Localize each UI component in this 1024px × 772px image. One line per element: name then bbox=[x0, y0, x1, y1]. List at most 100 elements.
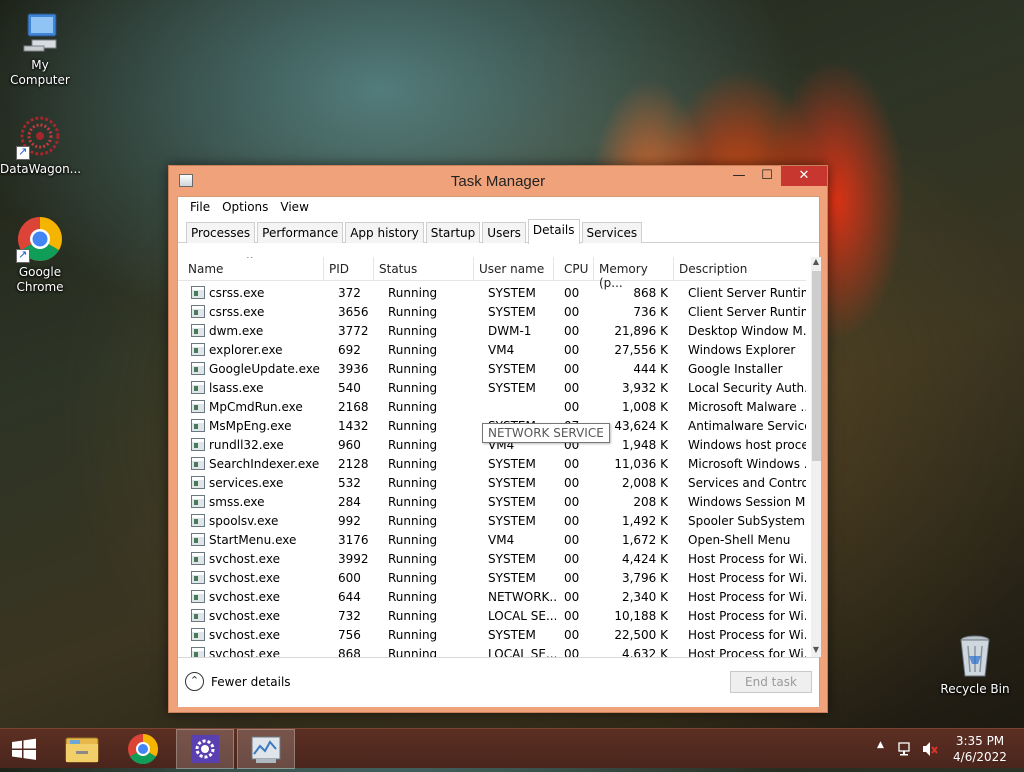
desktop-icon-label: DataWagon... bbox=[0, 162, 82, 176]
table-row[interactable]: StartMenu.exe 3176 Running VM4 00 1,672 K Open… bbox=[178, 531, 806, 550]
table-row[interactable]: svchost.exe 868 Running LOCAL SE... 00 4,632 … bbox=[178, 645, 806, 657]
table-row[interactable]: smss.exe 284 Running SYSTEM 00 208 K Windows S… bbox=[178, 493, 806, 512]
process-icon bbox=[191, 343, 205, 356]
process-icon bbox=[191, 609, 205, 622]
cell-memory: 1,008 K bbox=[621, 400, 668, 414]
cell-status: Running bbox=[388, 286, 438, 300]
cell-pid: 960 bbox=[338, 438, 361, 452]
cell-status: Running bbox=[388, 457, 438, 471]
cell-cpu: 00 bbox=[564, 476, 580, 490]
table-row[interactable]: spoolsv.exe 992 Running SYSTEM 00 1,492 K Spoo… bbox=[178, 512, 806, 531]
column-header-name[interactable]: Name ^ bbox=[178, 257, 324, 281]
system-tray: ▲ bbox=[870, 729, 945, 769]
file-explorer-icon bbox=[65, 737, 99, 763]
start-button[interactable] bbox=[0, 729, 58, 769]
column-header-user-name[interactable]: User name bbox=[474, 257, 554, 281]
table-row[interactable]: services.exe 532 Running SYSTEM 00 2,008 K Ser… bbox=[178, 474, 806, 493]
process-icon bbox=[191, 495, 205, 508]
cell-name: StartMenu.exe bbox=[209, 533, 297, 547]
title-bar[interactable]: Task Manager — ☐ ✕ bbox=[169, 166, 827, 196]
datawagon-icon bbox=[16, 112, 64, 160]
show-hidden-icons-icon[interactable]: ▲ bbox=[877, 740, 884, 750]
cell-name: csrss.exe bbox=[209, 286, 265, 300]
column-header-cpu[interactable]: CPU bbox=[554, 257, 594, 281]
table-row[interactable]: GoogleUpdate.exe 3936 Running SYSTEM 00 444 K… bbox=[178, 360, 806, 379]
taskbar-settings[interactable] bbox=[176, 729, 234, 769]
taskbar-file-explorer[interactable] bbox=[54, 729, 112, 769]
table-row[interactable]: csrss.exe 3656 Running SYSTEM 00 736 K Client … bbox=[178, 303, 806, 322]
table-row[interactable]: MpCmdRun.exe 2168 Running 00 1,008 K Microsof… bbox=[178, 398, 806, 417]
footer: ⌃ Fewer details End task bbox=[178, 657, 819, 707]
cell-status: Running bbox=[388, 609, 438, 623]
cell-pid: 600 bbox=[338, 571, 361, 585]
sort-ascending-icon: ^ bbox=[246, 257, 254, 265]
cell-memory: 1,672 K bbox=[621, 533, 668, 547]
close-button[interactable]: ✕ bbox=[781, 166, 827, 186]
desktop-icon-datawagon[interactable]: DataWagon... bbox=[0, 112, 82, 177]
taskbar-clock[interactable]: 3:35 PM 4/6/2022 bbox=[948, 733, 1012, 765]
scroll-up-icon[interactable]: ▲ bbox=[811, 257, 821, 269]
cell-pid: 284 bbox=[338, 495, 361, 509]
menu-file[interactable]: File bbox=[184, 197, 216, 214]
desktop-icon-my-computer[interactable]: My Computer bbox=[0, 8, 80, 88]
scroll-down-icon[interactable]: ▼ bbox=[811, 645, 821, 657]
tab-users[interactable]: Users bbox=[482, 222, 526, 243]
cell-name: svchost.exe bbox=[209, 590, 280, 604]
table-row[interactable]: svchost.exe 732 Running LOCAL SE... 00 10,188… bbox=[178, 607, 806, 626]
volume-muted-icon[interactable] bbox=[922, 741, 940, 757]
process-icon bbox=[191, 381, 205, 394]
tab-services[interactable]: Services bbox=[581, 222, 643, 243]
cell-status: Running bbox=[388, 362, 438, 376]
tab-performance[interactable]: Performance bbox=[257, 222, 344, 243]
taskbar-task-manager[interactable] bbox=[237, 729, 295, 769]
table-row[interactable]: svchost.exe 644 Running NETWORK... 00 2,340 K… bbox=[178, 588, 806, 607]
column-header-pid[interactable]: PID bbox=[324, 257, 374, 281]
table-row[interactable]: dwm.exe 3772 Running DWM-1 00 21,896 K Desktop… bbox=[178, 322, 806, 341]
chrome-icon bbox=[16, 215, 64, 263]
cell-pid: 992 bbox=[338, 514, 361, 528]
process-icon bbox=[191, 457, 205, 470]
minimize-button[interactable]: — bbox=[725, 166, 753, 186]
cell-user: SYSTEM bbox=[488, 571, 536, 585]
cell-user: SYSTEM bbox=[488, 381, 536, 395]
network-icon[interactable] bbox=[898, 741, 914, 757]
tab-processes[interactable]: Processes bbox=[186, 222, 256, 243]
desktop-icon-google-chrome[interactable]: Google Chrome bbox=[0, 215, 80, 295]
taskbar-chrome[interactable] bbox=[114, 729, 172, 769]
menu-options[interactable]: Options bbox=[216, 197, 274, 214]
cell-user: SYSTEM bbox=[488, 457, 536, 471]
table-row[interactable]: lsass.exe 540 Running SYSTEM 00 3,932 K Local … bbox=[178, 379, 806, 398]
desktop-icon-recycle-bin[interactable]: Recycle Bin bbox=[935, 632, 1015, 697]
column-header-description[interactable]: Description bbox=[674, 257, 806, 281]
cell-name: svchost.exe bbox=[209, 552, 280, 566]
table-row[interactable]: explorer.exe 692 Running VM4 00 27,556 K Windo… bbox=[178, 341, 806, 360]
column-header-status[interactable]: Status bbox=[374, 257, 474, 281]
chevron-up-icon[interactable]: ⌃ bbox=[185, 672, 204, 691]
maximize-button[interactable]: ☐ bbox=[753, 166, 781, 186]
menu-view[interactable]: View bbox=[274, 197, 314, 214]
table-row[interactable]: svchost.exe 600 Running SYSTEM 00 3,796 K Host… bbox=[178, 569, 806, 588]
cell-memory: 27,556 K bbox=[614, 343, 668, 357]
cell-description: Host Process for Wi... bbox=[688, 552, 806, 566]
cell-description: Windows host proce... bbox=[688, 438, 806, 452]
process-icon bbox=[191, 628, 205, 641]
table-row[interactable]: SearchIndexer.exe 2128 Running SYSTEM 00 11,0… bbox=[178, 455, 806, 474]
table-row[interactable]: svchost.exe 3992 Running SYSTEM 00 4,424 K Hos… bbox=[178, 550, 806, 569]
tab-app-history[interactable]: App history bbox=[345, 222, 424, 243]
vertical-scrollbar[interactable]: ▲ ▼ bbox=[811, 257, 821, 657]
cell-pid: 756 bbox=[338, 628, 361, 642]
column-header-memory[interactable]: Memory (p... bbox=[594, 257, 674, 290]
cell-user: SYSTEM bbox=[488, 286, 536, 300]
chrome-icon bbox=[128, 734, 159, 765]
process-icon bbox=[191, 419, 205, 432]
tab-details[interactable]: Details bbox=[527, 219, 580, 244]
table-row[interactable]: svchost.exe 756 Running SYSTEM 00 22,500 K Hos… bbox=[178, 626, 806, 645]
fewer-details-link[interactable]: Fewer details bbox=[211, 675, 291, 689]
cell-user: VM4 bbox=[488, 343, 515, 357]
cell-pid: 3176 bbox=[338, 533, 369, 547]
cell-cpu: 00 bbox=[564, 495, 580, 509]
tab-startup[interactable]: Startup bbox=[425, 222, 481, 243]
end-task-button[interactable]: End task bbox=[730, 671, 812, 693]
table-row[interactable]: csrss.exe 372 Running SYSTEM 00 868 K Client S… bbox=[178, 284, 806, 303]
scroll-thumb[interactable] bbox=[812, 271, 821, 461]
